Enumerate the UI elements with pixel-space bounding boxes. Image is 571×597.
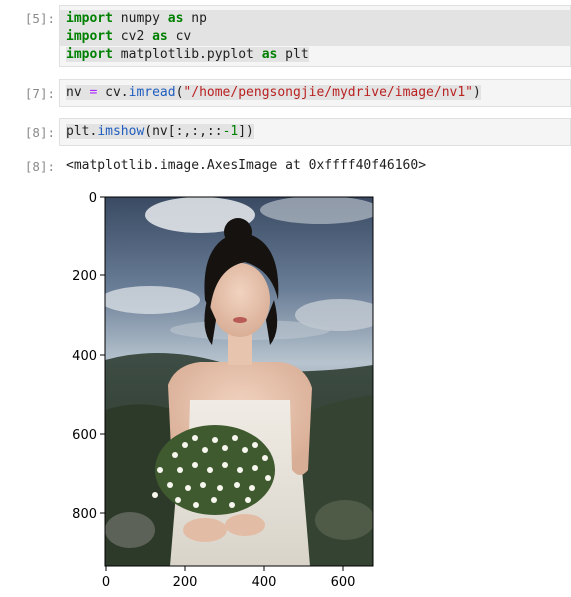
input-prompt: [5]: [24,11,55,26]
string-literal: "/home/pengsongjie/mydrive/image/nv1" [183,85,474,100]
keyword: as [152,29,168,44]
code-line: import numpy as np [60,10,570,28]
code-text: cv2 [112,29,153,44]
code-line: plt.imshow(nv[:,:,::-1]) [60,123,570,141]
code-editor[interactable]: import numpy as np import cv2 as cv impo… [59,5,571,67]
code-line: nv = cv.imread("/home/pengsongjie/mydriv… [60,84,570,102]
y-tick-label: 800 [72,507,97,522]
code-text: np [183,11,207,26]
code-text: plt [277,47,309,62]
keyword: import [66,47,113,62]
code-cell-imread[interactable]: [7]: nv = cv.imread("/home/pengsongjie/m… [0,79,571,107]
y-tick-label: 200 [72,269,97,284]
x-tick-label: 200 [173,575,198,590]
keyword: import [66,11,113,26]
x-tick-label: 400 [252,575,277,590]
function-name: imread [128,85,176,100]
code-text: matplotlib.pyplot [112,47,262,62]
keyword: import [66,29,113,44]
x-tick-label: 0 [102,575,110,590]
output-area: [8]: <matplotlib.image.AxesImage at 0xff… [0,156,571,597]
x-tick-label: 600 [331,575,356,590]
keyword: as [261,47,278,62]
number-literal: -1 [222,124,239,139]
code-text: (nv[:,:,:: [144,124,223,139]
code-line-highlight: import matplotlib.pyplot as plt [66,47,309,62]
code-cell-imshow[interactable]: [8]: plt.imshow(nv[:,:,::-1]) [0,118,571,146]
keyword: as [167,11,184,26]
y-tick-label: 400 [72,349,97,364]
imshow-figure: 0 200 400 600 800 0 200 400 600 [72,191,374,590]
operator: = [81,85,106,100]
x-axis [105,566,344,571]
code-line-highlight: nv = cv.imread("/home/pengsongjie/mydriv… [66,85,481,100]
y-tick-label: 600 [72,428,97,443]
code-text: ]) [238,124,254,139]
code-editor[interactable]: plt.imshow(nv[:,:,::-1]) [59,118,571,146]
photo-image [105,197,373,566]
code-line: import cv2 as cv [60,28,570,46]
code-cell-imports[interactable]: [5]: import numpy as np import cv2 as cv… [0,5,571,67]
input-prompt: [7]: [24,86,55,101]
code-line: import matplotlib.pyplot as plt [60,46,570,64]
code-editor[interactable]: nv = cv.imread("/home/pengsongjie/mydriv… [59,79,571,107]
input-prompt: [8]: [24,125,55,140]
y-tick-label: 0 [89,191,97,206]
y-axis [100,196,105,514]
code-text: cv [167,29,192,44]
code-text: ) [473,85,481,100]
code-text: plt. [66,124,98,139]
code-text: cv. [105,85,129,100]
function-name: imshow [97,124,145,139]
code-text: numpy [112,11,168,26]
code-text: nv [66,85,82,100]
code-line-highlight: plt.imshow(nv[:,:,::-1]) [66,124,254,139]
